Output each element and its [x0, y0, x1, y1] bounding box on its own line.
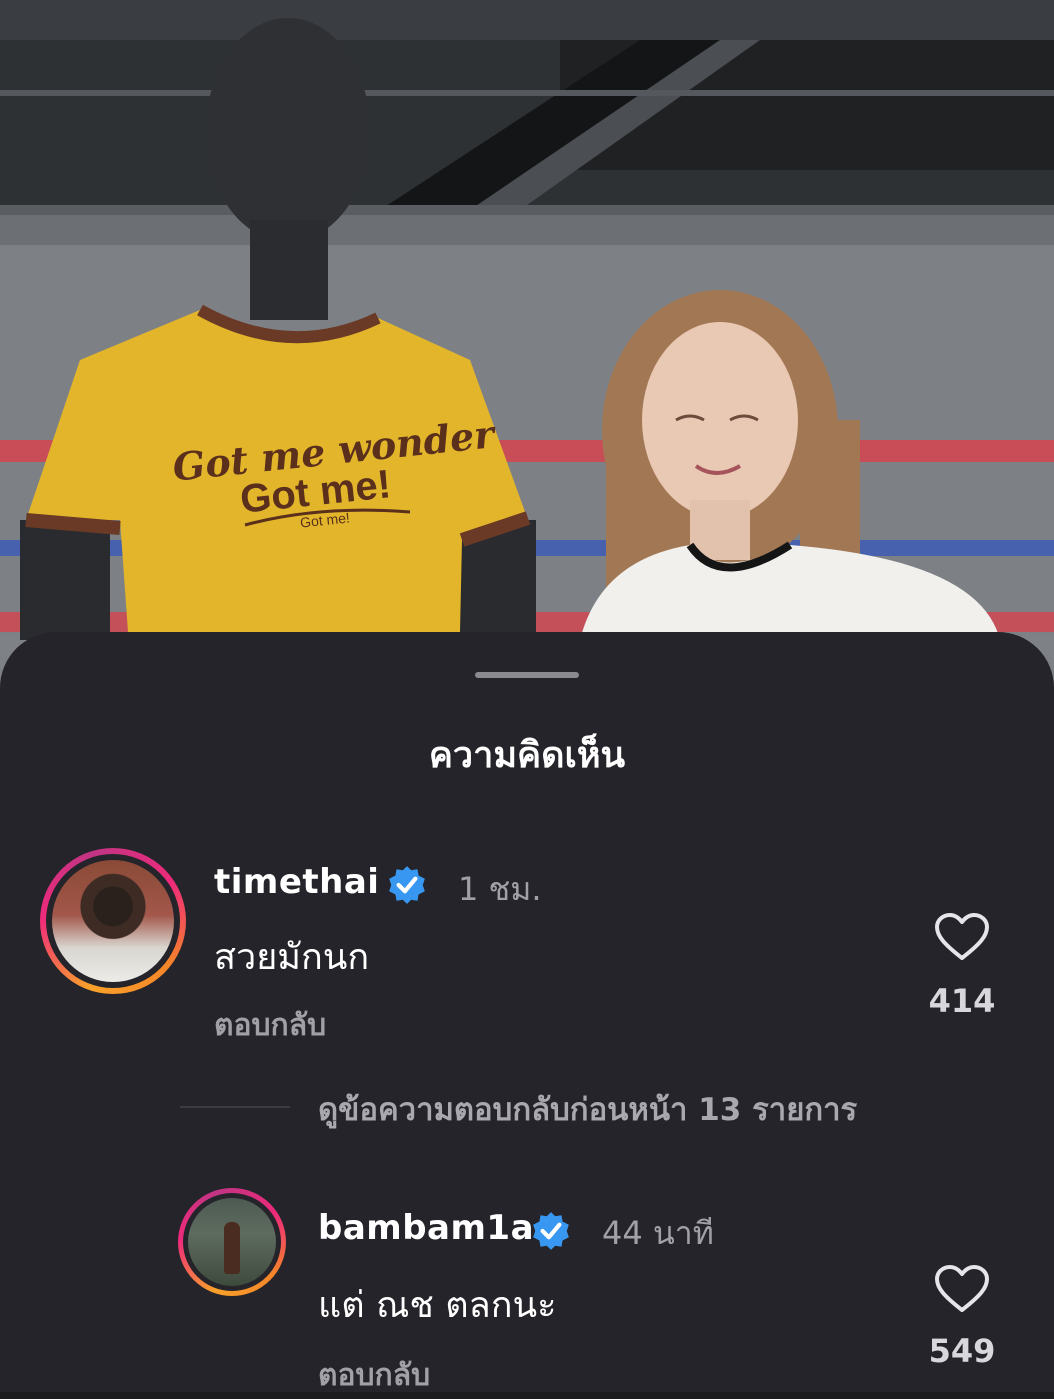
- sheet-title: ความคิดเห็น: [428, 735, 626, 776]
- divider: [180, 1106, 290, 1108]
- comment-text: แต่ ณช ตลกนะ: [318, 1285, 557, 1326]
- story-ring[interactable]: [178, 1188, 286, 1296]
- story-ring[interactable]: [40, 848, 186, 994]
- avatar: [188, 1198, 276, 1286]
- avatar: [52, 860, 174, 982]
- heart-outline-icon[interactable]: [934, 912, 990, 962]
- like-count: 549: [928, 1332, 996, 1370]
- like-count: 414: [928, 982, 996, 1020]
- view-previous-replies[interactable]: ดูข้อความตอบกลับก่อนหน้า 13 รายการ: [0, 1084, 1054, 1134]
- comment-username[interactable]: bambam1a: [318, 1208, 534, 1248]
- comment-timestamp: 1 ชม.: [458, 870, 542, 908]
- comments-sheet: ความคิดเห็น timethai 1 ชม. สวยมักนก ตอบก…: [0, 632, 1054, 1393]
- verified-badge-icon: [533, 1212, 569, 1250]
- comment-timestamp: 44 นาที: [602, 1214, 714, 1252]
- comment-username[interactable]: timethai: [214, 862, 379, 902]
- reply-comment-item: bambam1a 44 นาที แต่ ณช ตลกนะ ตอบกลับ 54…: [0, 1182, 1054, 1393]
- reply-button[interactable]: ตอบกลับ: [214, 1002, 326, 1049]
- comment-item: timethai 1 ชม. สวยมักนก ตอบกลับ 414: [0, 842, 1054, 1043]
- sheet-drag-handle[interactable]: [475, 672, 579, 678]
- photo-scene: [0, 0, 1054, 640]
- verified-badge-icon: [389, 866, 425, 904]
- view-replies-label[interactable]: ดูข้อความตอบกลับก่อนหน้า 13 รายการ: [318, 1084, 857, 1134]
- comment-text: สวยมักนก: [214, 937, 370, 978]
- heart-outline-icon[interactable]: [934, 1264, 990, 1314]
- post-photo: Got me wonder Got me! Got me!: [0, 0, 1054, 700]
